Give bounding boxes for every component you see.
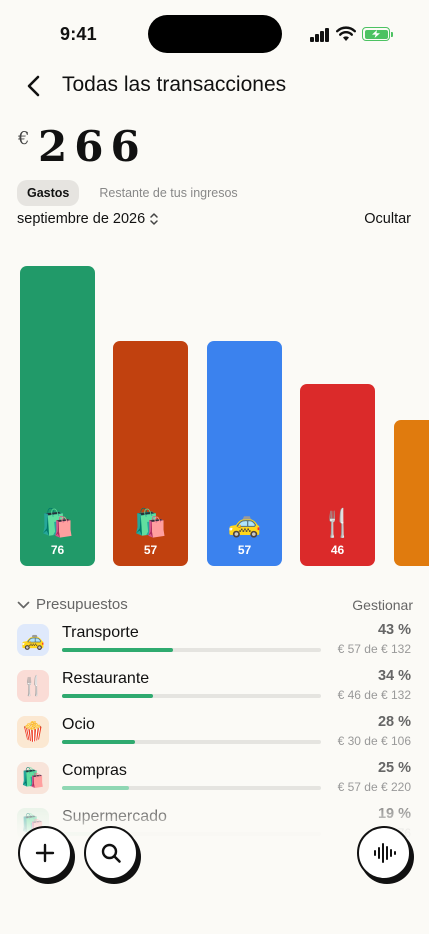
budget-row-ocio[interactable]: 🍿 Ocio 28 % € 30 de € 106 (17, 714, 413, 758)
spending-bar-chart: 🛍️ 76 🛍️ 57 🚕 57 🍴 46 (0, 240, 429, 566)
bar-category-icon: 🛍️ (40, 508, 75, 538)
taxi-icon: 🚕 (17, 624, 49, 656)
budget-progress-track (62, 786, 321, 790)
month-selector[interactable]: septiembre de 2026 (17, 211, 159, 227)
budgets-label: Presupuestos (36, 596, 128, 613)
bar-category-icon: 🚕 (227, 508, 262, 538)
budget-icon-glyph: 🍴 (21, 676, 45, 697)
status-time: 9:41 (60, 24, 97, 44)
chart-bar-supermercado[interactable]: 🛍️ 76 (20, 266, 95, 566)
budget-detail: € 57 de € 220 (337, 780, 411, 794)
chevron-up-down-icon (150, 213, 158, 225)
bar-value-label: 76 (50, 543, 65, 557)
budget-name: Restaurante (62, 670, 150, 687)
bar-value-label: 57 (237, 543, 252, 557)
budget-progress-fill (62, 694, 153, 698)
budget-row-restaurante[interactable]: 🍴 Restaurante 34 % € 46 de € 132 (17, 668, 413, 712)
dynamic-island (148, 15, 282, 53)
budget-icon-glyph: 🚕 (21, 630, 45, 651)
wifi-icon (336, 26, 356, 41)
budget-percent: 25 % (377, 760, 411, 776)
tab-gastos[interactable]: Gastos (17, 180, 80, 206)
back-chevron-icon[interactable] (22, 74, 46, 98)
budgets-toggle[interactable]: Presupuestos (17, 596, 128, 613)
tab-remaining-income[interactable]: Restante de tus ingresos (89, 180, 247, 206)
chevron-down-icon (17, 601, 30, 608)
budget-percent: 34 % (377, 668, 411, 684)
chart-bar-ocio[interactable] (394, 420, 429, 566)
bar-value-label: 57 (143, 543, 158, 557)
budgets-header: Presupuestos Gestionar (17, 596, 413, 614)
waveform-icon (374, 843, 396, 863)
budget-row-transporte[interactable]: 🚕 Transporte 43 % € 57 de € 132 (17, 622, 413, 666)
search-button[interactable] (84, 826, 138, 880)
chart-bar-transporte[interactable]: 🚕 57 (207, 341, 282, 566)
currency-symbol: € (18, 128, 30, 149)
battery-charging-icon (362, 27, 393, 41)
manage-button[interactable]: Gestionar (352, 597, 413, 613)
budget-detail: € 57 de € 132 (337, 642, 411, 656)
bar-category-icon: 🍴 (320, 508, 355, 538)
period-row: septiembre de 2026 Ocultar (17, 211, 413, 231)
cellular-signal-icon (310, 28, 330, 42)
search-icon (101, 843, 121, 863)
budget-icon-glyph: 🍿 (21, 722, 45, 743)
budget-percent: 28 % (377, 714, 411, 730)
voice-input-button[interactable] (357, 826, 411, 880)
view-tabs: Gastos Restante de tus ingresos (17, 180, 248, 206)
budget-detail: € 46 de € 132 (337, 688, 411, 702)
bar-value-label: 46 (330, 543, 345, 557)
popcorn-icon: 🍿 (17, 716, 49, 748)
budget-percent: 43 % (377, 622, 411, 638)
add-transaction-button[interactable] (18, 826, 72, 880)
budget-percent: 19 % (377, 806, 411, 822)
shopping-bag-icon: 🛍️ (17, 762, 49, 794)
budget-icon-glyph: 🛍️ (21, 768, 45, 789)
month-label: septiembre de 2026 (17, 211, 146, 227)
page-title: Todas las transacciones (62, 73, 287, 96)
bar-category-icon: 🛍️ (133, 508, 168, 538)
budget-detail: € 30 de € 106 (337, 734, 411, 748)
chart-bar-compras[interactable]: 🛍️ 57 (113, 341, 188, 566)
budget-progress-track (62, 694, 321, 698)
budget-row-supermercado[interactable]: 🛍️Supermercado19 %€ 76 (17, 806, 413, 850)
status-bar: 9:41 (0, 0, 429, 56)
cutlery-icon: 🍴 (17, 670, 49, 702)
budget-name: Compras (62, 762, 127, 779)
budget-progress-fill (62, 786, 130, 790)
budget-row-compras[interactable]: 🛍️ Compras 25 % € 57 de € 220 (17, 760, 413, 804)
budget-progress-track (62, 740, 321, 744)
plus-icon (35, 843, 55, 863)
budget-name: Ocio (62, 716, 95, 733)
budget-progress-fill (62, 740, 135, 744)
budget-name: Transporte (62, 624, 139, 641)
amount-value: 266 (38, 122, 147, 171)
budget-name: Supermercado (62, 808, 167, 825)
hide-button[interactable]: Ocultar (364, 211, 411, 227)
chart-bar-restaurante[interactable]: 🍴 46 (300, 384, 375, 566)
budget-progress-track (62, 648, 321, 652)
budget-progress-fill (62, 648, 174, 652)
